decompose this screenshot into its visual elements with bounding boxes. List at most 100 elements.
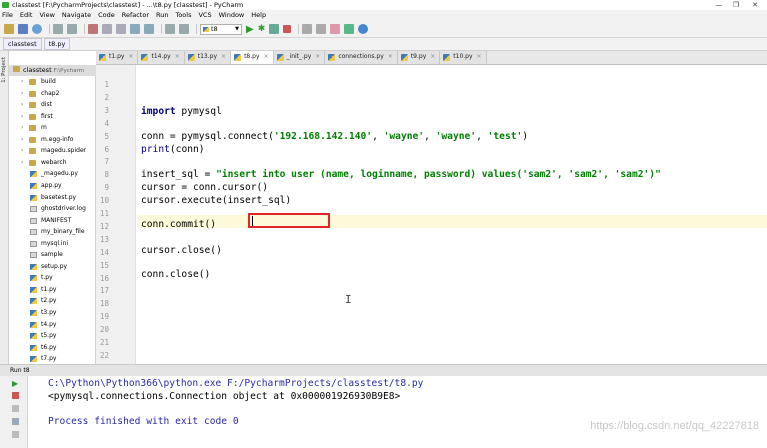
tab-t10-py[interactable]: t10.py ×: [440, 51, 487, 64]
minimize-button[interactable]: —: [711, 0, 727, 10]
menu-run[interactable]: Run: [156, 10, 168, 21]
coverage-icon[interactable]: [269, 24, 280, 34]
tab-t14-py[interactable]: t14.py ×: [138, 51, 185, 64]
code-line-9[interactable]: cursor = conn.cursor(): [141, 181, 268, 194]
tree-item[interactable]: t.py: [9, 272, 95, 284]
forward-icon[interactable]: [179, 24, 189, 34]
cut-icon[interactable]: [88, 24, 98, 34]
tab-t9-py[interactable]: t9.py ×: [397, 51, 441, 64]
copy-icon[interactable]: [102, 24, 112, 34]
chevron-right-icon[interactable]: ›: [21, 122, 23, 134]
close-icon[interactable]: ×: [477, 53, 482, 60]
chevron-right-icon[interactable]: ›: [21, 76, 23, 88]
pause-icon[interactable]: [12, 405, 19, 412]
open-folder-icon[interactable]: [4, 24, 14, 34]
project-tool-button[interactable]: 1: Project: [1, 57, 8, 83]
breadcrumb-file[interactable]: t8.py: [43, 38, 71, 50]
code-line-10[interactable]: cursor.execute(insert_sql): [141, 194, 291, 207]
tree-item[interactable]: › webarch: [9, 157, 95, 169]
menu-navigate[interactable]: Navigate: [62, 10, 91, 21]
tree-item[interactable]: t6.py: [9, 342, 95, 354]
chevron-right-icon[interactable]: ›: [21, 88, 23, 100]
wrap-icon[interactable]: [12, 418, 19, 425]
sdk-icon[interactable]: [330, 24, 341, 34]
menu-window[interactable]: Window: [219, 10, 245, 21]
back-icon[interactable]: [165, 24, 175, 34]
tree-item[interactable]: › build: [9, 76, 95, 88]
help-icon[interactable]: [358, 24, 369, 34]
code-line-3[interactable]: import pymysql: [141, 105, 222, 118]
chevron-right-icon[interactable]: ›: [21, 111, 23, 123]
tree-item[interactable]: app.py: [9, 180, 95, 192]
tree-item[interactable]: t3.py: [9, 307, 95, 319]
code-line-12[interactable]: conn.commit(): [141, 218, 216, 231]
tree-item[interactable]: t4.py: [9, 319, 95, 331]
project-root-label[interactable]: classtest: [23, 66, 52, 74]
code-line-8[interactable]: insert_sql = "insert into user (name, lo…: [141, 168, 661, 181]
vcs-icon[interactable]: [344, 24, 355, 34]
back-arrow-icon[interactable]: [53, 24, 63, 34]
run-icon[interactable]: ▶: [246, 24, 254, 35]
tree-item[interactable]: › first: [9, 111, 95, 123]
tree-item[interactable]: sample: [9, 249, 95, 261]
menu-file[interactable]: File: [2, 10, 13, 21]
close-icon[interactable]: ×: [315, 53, 320, 60]
tree-item[interactable]: basetest.py: [9, 192, 95, 204]
menu-vcs[interactable]: VCS: [198, 10, 211, 21]
menu-tools[interactable]: Tools: [175, 10, 191, 21]
close-icon[interactable]: ×: [264, 53, 269, 60]
menu-view[interactable]: View: [39, 10, 54, 21]
save-icon[interactable]: [18, 24, 28, 34]
stop-icon[interactable]: [12, 392, 19, 399]
menu-refactor[interactable]: Refactor: [122, 10, 149, 21]
tree-item[interactable]: t5.py: [9, 330, 95, 342]
replace-icon[interactable]: [144, 24, 154, 34]
tab-t13-py[interactable]: t13.py ×: [184, 51, 232, 64]
project-structure-icon[interactable]: [316, 24, 327, 34]
code-line-14[interactable]: cursor.close(): [141, 244, 222, 257]
close-icon[interactable]: ×: [221, 53, 226, 60]
find-icon[interactable]: [130, 24, 140, 34]
tree-item[interactable]: › chap2: [9, 88, 95, 100]
rerun-icon[interactable]: ▶: [12, 380, 19, 388]
tree-item[interactable]: › magedu.spider: [9, 145, 95, 157]
stop-icon[interactable]: [283, 25, 292, 33]
chevron-right-icon[interactable]: ›: [21, 134, 23, 146]
code-line-16[interactable]: conn.close(): [141, 268, 210, 281]
tree-item[interactable]: t1.py: [9, 284, 95, 296]
chevron-right-icon[interactable]: ›: [21, 145, 23, 157]
close-icon[interactable]: ×: [388, 53, 393, 60]
chevron-right-icon[interactable]: ›: [21, 99, 23, 111]
run-panel-title[interactable]: Run t8: [10, 367, 30, 374]
tree-item[interactable]: t2.py: [9, 295, 95, 307]
tree-item[interactable]: › m.egg-info: [9, 134, 95, 146]
tree-item[interactable]: › dist: [9, 99, 95, 111]
maximize-button[interactable]: ❐: [728, 0, 744, 10]
tab--init-py[interactable]: _init_.py ×: [273, 51, 326, 64]
menu-code[interactable]: Code: [98, 10, 115, 21]
tree-item[interactable]: t7.py: [9, 353, 95, 364]
close-icon[interactable]: ×: [175, 53, 180, 60]
close-icon[interactable]: ×: [430, 53, 435, 60]
paste-icon[interactable]: [116, 24, 126, 34]
pin-icon[interactable]: [12, 431, 19, 438]
code-line-6[interactable]: print(conn): [141, 143, 205, 156]
close-icon[interactable]: ×: [128, 53, 133, 60]
tab-connections-py[interactable]: connections.py ×: [325, 51, 398, 64]
forward-arrow-icon[interactable]: [67, 24, 77, 34]
tree-item[interactable]: mysql.ini: [9, 238, 95, 250]
settings-icon[interactable]: [302, 24, 313, 34]
run-config-dropdown[interactable]: t8 ▼: [200, 23, 242, 35]
tree-item[interactable]: MANIFEST: [9, 215, 95, 227]
tree-item[interactable]: setup.py: [9, 261, 95, 273]
tree-item[interactable]: my_binary_file: [9, 226, 95, 238]
tab-t8-py[interactable]: t8.py ×: [231, 51, 274, 64]
tree-item[interactable]: › m: [9, 122, 95, 134]
tree-item[interactable]: ghostdriver.log: [9, 203, 95, 215]
sync-icon[interactable]: [32, 24, 42, 34]
chevron-right-icon[interactable]: ›: [21, 157, 23, 169]
debug-icon[interactable]: ✱: [258, 24, 266, 34]
menu-edit[interactable]: Edit: [20, 10, 33, 21]
tab-t1-py[interactable]: t1.py ×: [96, 51, 139, 64]
menu-help[interactable]: Help: [251, 10, 266, 21]
